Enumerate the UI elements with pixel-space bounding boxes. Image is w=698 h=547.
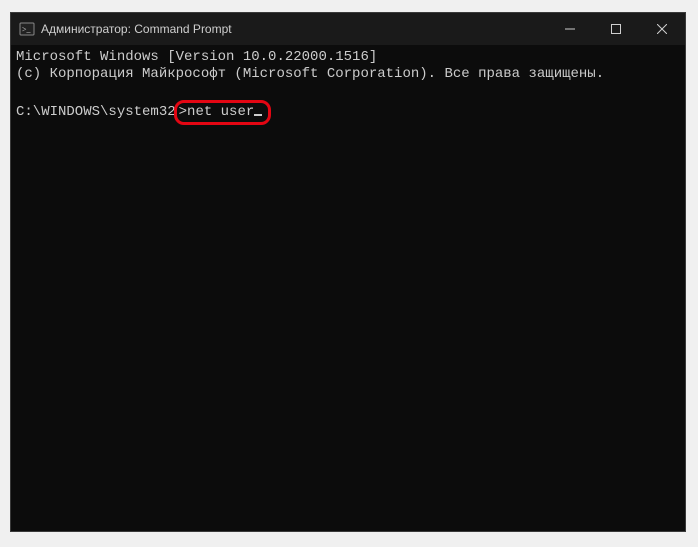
titlebar[interactable]: >_ Администратор: Command Prompt: [11, 13, 685, 45]
output-line-version: Microsoft Windows [Version 10.0.22000.15…: [16, 49, 377, 65]
prompt-path: C:\WINDOWS\system32: [16, 104, 176, 120]
window-title: Администратор: Command Prompt: [41, 22, 547, 36]
maximize-button[interactable]: [593, 13, 639, 45]
cmd-icon: >_: [19, 21, 35, 37]
text-cursor: [254, 114, 262, 116]
terminal-output[interactable]: Microsoft Windows [Version 10.0.22000.15…: [11, 45, 685, 531]
svg-text:>_: >_: [22, 25, 32, 34]
command-highlight: >net user: [174, 100, 272, 125]
prompt-char: >: [179, 104, 187, 120]
window-controls: [547, 13, 685, 45]
typed-command: net user: [187, 104, 254, 120]
close-button[interactable]: [639, 13, 685, 45]
command-prompt-window: >_ Администратор: Command Prompt Microso…: [10, 12, 686, 532]
minimize-button[interactable]: [547, 13, 593, 45]
output-line-copyright: (c) Корпорация Майкрософт (Microsoft Cor…: [16, 66, 604, 82]
